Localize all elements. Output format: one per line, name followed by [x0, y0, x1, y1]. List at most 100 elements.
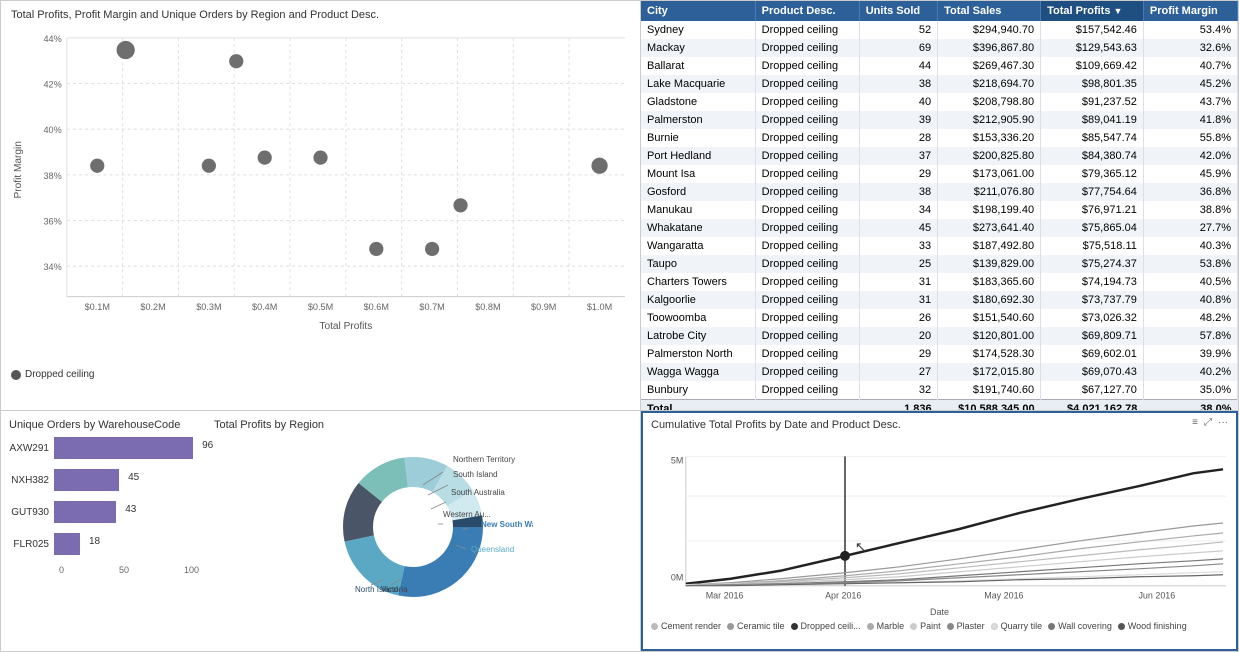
bar-chart: AXW291 96 NXH382 45	[9, 437, 199, 607]
table-cell: Dropped ceiling	[755, 309, 859, 327]
legend-label-quarry: Quarry tile	[1001, 621, 1043, 631]
bar-label-axw291: AXW291	[9, 443, 54, 454]
col-profits[interactable]: Total Profits ▼	[1041, 1, 1144, 21]
table-cell: $180,692.30	[938, 291, 1041, 309]
bar-axis: 0 50 100	[9, 565, 199, 575]
svg-text:$1.0M: $1.0M	[587, 302, 612, 312]
table-cell: Ballarat	[641, 57, 755, 75]
table-cell: Dropped ceiling	[755, 39, 859, 57]
table-row: Charters TowersDropped ceiling31$183,365…	[641, 273, 1238, 291]
table-cell: Latrobe City	[641, 327, 755, 345]
svg-text:North Island: North Island	[355, 585, 398, 594]
table-cell: 40.8%	[1143, 291, 1237, 309]
table-cell: Wangaratta	[641, 237, 755, 255]
table-cell: $208,798.80	[938, 93, 1041, 111]
svg-text:$0.3M: $0.3M	[196, 302, 221, 312]
bottom-right-panel: ≡ ⤢ ··· Cumulative Total Profits by Date…	[641, 411, 1238, 651]
legend-marble: Marble	[867, 621, 905, 631]
table-cell: 31	[859, 273, 937, 291]
svg-text:Profit Margin: Profit Margin	[13, 141, 24, 198]
table-row: SydneyDropped ceiling52$294,940.70$157,5…	[641, 21, 1238, 39]
drag-icon[interactable]: ≡	[1192, 417, 1198, 428]
legend-dot-cement	[651, 623, 658, 630]
table-cell: Charters Towers	[641, 273, 755, 291]
svg-text:$0.4M: $0.4M	[252, 302, 277, 312]
table-cell: Taupo	[641, 255, 755, 273]
table-cell: $191,740.60	[938, 381, 1041, 400]
table-cell: 36.8%	[1143, 183, 1237, 201]
table-cell: Dropped ceiling	[755, 255, 859, 273]
table-cell: Dropped ceiling	[755, 201, 859, 219]
bottom-left-panel: Unique Orders by WarehouseCode AXW291 96…	[1, 411, 641, 651]
table-cell: Gladstone	[641, 93, 755, 111]
expand-icon[interactable]: ⤢	[1204, 417, 1212, 428]
table-row: BunburyDropped ceiling32$191,740.60$67,1…	[641, 381, 1238, 400]
svg-text:$0.1M: $0.1M	[85, 302, 110, 312]
table-total-cell: Total	[641, 400, 755, 412]
table-cell: Dropped ceiling	[755, 219, 859, 237]
table-cell: Dropped ceiling	[755, 183, 859, 201]
table-total-cell	[755, 400, 859, 412]
col-product[interactable]: Product Desc.	[755, 1, 859, 21]
table-cell: $89,041.19	[1041, 111, 1144, 129]
table-cell: $98,801.35	[1041, 75, 1144, 93]
table-cell: $77,754.64	[1041, 183, 1144, 201]
table-cell: 57.8%	[1143, 327, 1237, 345]
bar-tick-50: 50	[119, 565, 129, 575]
table-cell: 53.4%	[1143, 21, 1237, 39]
table-cell: Bunbury	[641, 381, 755, 400]
table-cell: Kalgoorlie	[641, 291, 755, 309]
svg-text:5M: 5M	[671, 455, 683, 465]
table-row: BurnieDropped ceiling28$153,336.20$85,54…	[641, 129, 1238, 147]
table-scroll[interactable]: City Product Desc. Units Sold Total Sale…	[641, 1, 1238, 411]
scatter-legend-label: Dropped ceiling	[25, 369, 95, 380]
legend-dot-quarry	[991, 623, 998, 630]
table-cell: $173,061.00	[938, 165, 1041, 183]
table-cell: 38	[859, 75, 937, 93]
bar-value-flr025: 18	[89, 536, 100, 547]
bar-value-gut930: 43	[125, 504, 136, 515]
col-sales[interactable]: Total Sales	[938, 1, 1041, 21]
bar-label-nxh382: NXH382	[9, 475, 54, 486]
legend-dot-marble	[867, 623, 874, 630]
table-cell: $183,365.60	[938, 273, 1041, 291]
svg-text:Apr 2016: Apr 2016	[825, 591, 861, 601]
table-total-cell: $10,588,345.00	[938, 400, 1041, 412]
table-total-cell: 1,836	[859, 400, 937, 412]
bar-row-nxh382: NXH382 45	[9, 469, 199, 491]
svg-text:$0.5M: $0.5M	[308, 302, 333, 312]
table-cell: 31	[859, 291, 937, 309]
table-cell: Dropped ceiling	[755, 21, 859, 39]
table-cell: 45.2%	[1143, 75, 1237, 93]
table-cell: $69,602.01	[1041, 345, 1144, 363]
table-cell: $211,076.80	[938, 183, 1041, 201]
table-cell: Dropped ceiling	[755, 93, 859, 111]
svg-text:42%: 42%	[43, 80, 61, 90]
svg-text:$0.6M: $0.6M	[364, 302, 389, 312]
chart-toolbar: ≡ ⤢ ···	[1192, 417, 1228, 428]
table-cell: $109,669.42	[1041, 57, 1144, 75]
more-icon[interactable]: ···	[1218, 417, 1228, 428]
bar-track-gut930: 43	[54, 501, 199, 523]
table-row: KalgoorlieDropped ceiling31$180,692.30$7…	[641, 291, 1238, 309]
line-chart-area: 5M 0M Mar 2016 Apr 2016 May 2016 Jun 201…	[651, 451, 1228, 617]
col-units[interactable]: Units Sold	[859, 1, 937, 21]
scatter-legend-dot	[11, 370, 21, 380]
table-cell: Palmerston North	[641, 345, 755, 363]
bar-track-nxh382: 45	[54, 469, 199, 491]
col-margin[interactable]: Profit Margin	[1143, 1, 1237, 21]
table-row: Lake MacquarieDropped ceiling38$218,694.…	[641, 75, 1238, 93]
svg-text:36%: 36%	[43, 217, 61, 227]
svg-text:Jun 2016: Jun 2016	[1138, 591, 1175, 601]
scatter-legend: Dropped ceiling	[11, 369, 630, 380]
table-cell: 29	[859, 345, 937, 363]
scatter-svg: 44% 42% 40% 38% 36% 34% $0.1M $0.2M $0.3…	[11, 25, 630, 345]
col-city[interactable]: City	[641, 1, 755, 21]
bar-value-axw291: 96	[202, 440, 213, 451]
table-cell: Dropped ceiling	[755, 273, 859, 291]
table-cell: $73,026.32	[1041, 309, 1144, 327]
bar-tick-0: 0	[59, 565, 64, 575]
bar-value-nxh382: 45	[128, 472, 139, 483]
legend-label-wall: Wall covering	[1058, 621, 1112, 631]
table-cell: Dropped ceiling	[755, 165, 859, 183]
